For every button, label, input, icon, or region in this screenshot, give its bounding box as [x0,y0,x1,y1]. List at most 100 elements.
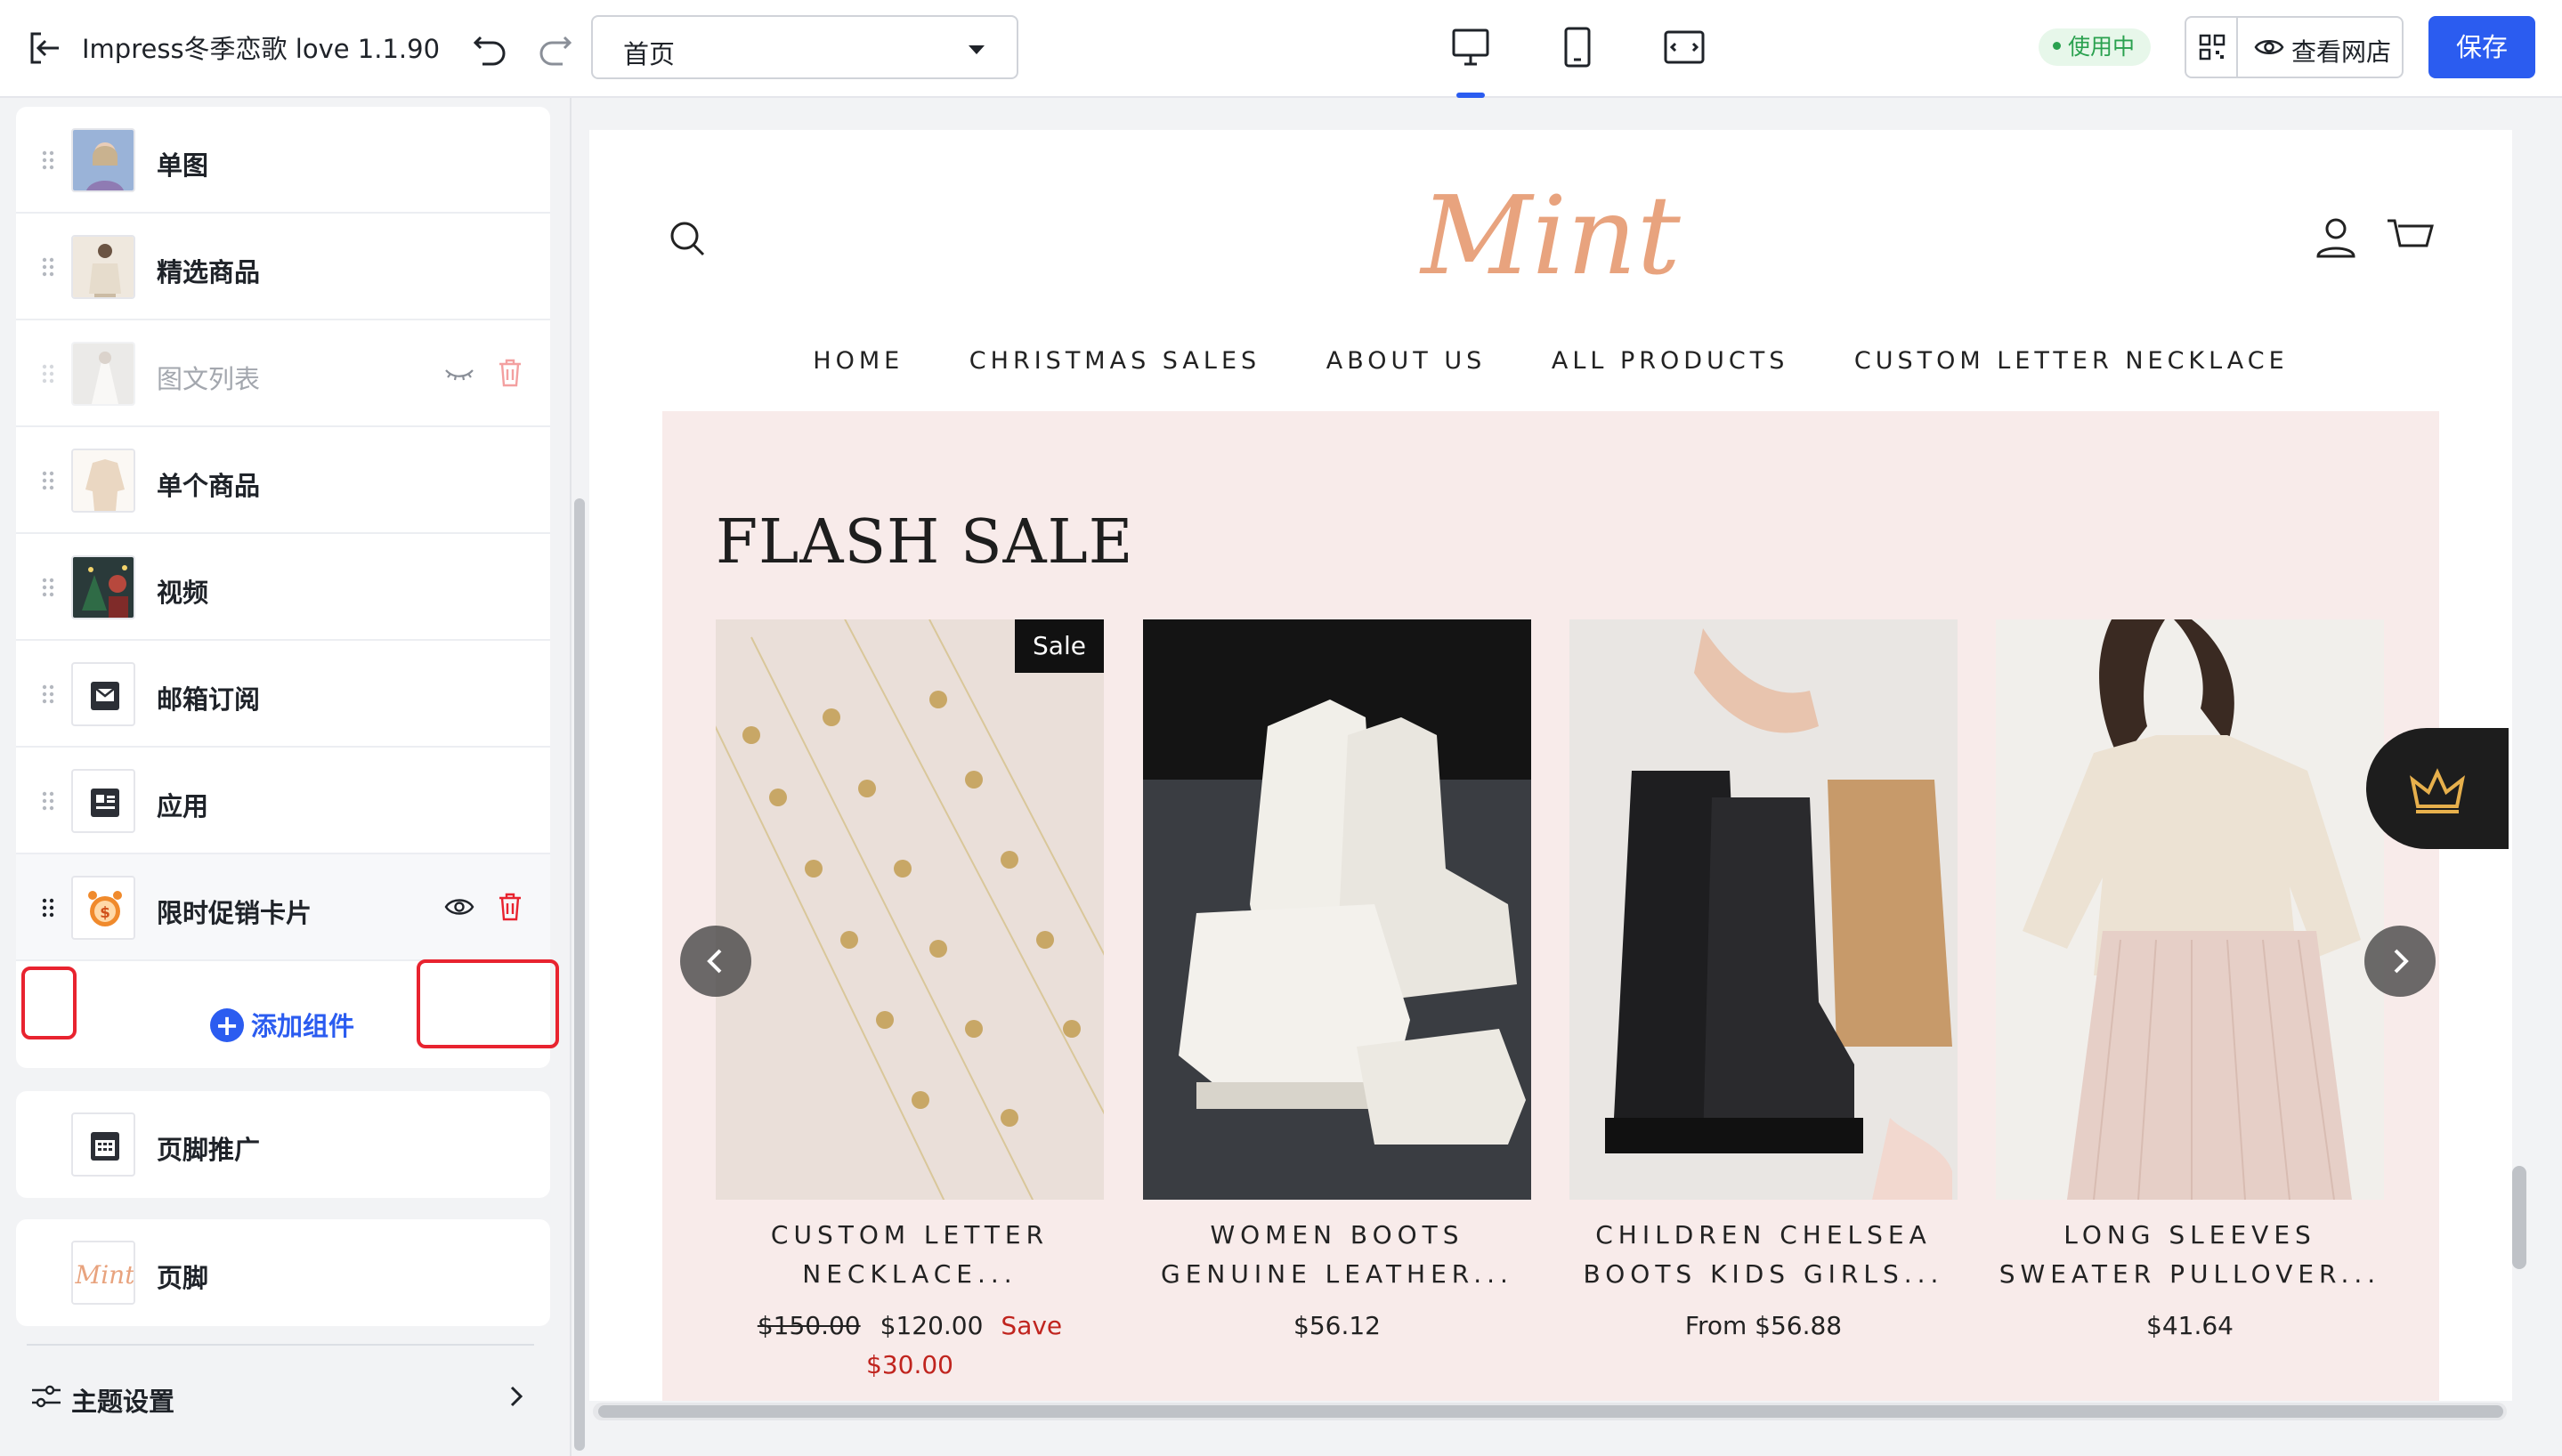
svg-text:$: $ [100,904,110,922]
qr-code-icon[interactable] [2186,18,2238,77]
flash-sale-section: FLASH SALE Sale CUSTOM LETTER NECKLACE..… [662,411,2439,1401]
status-badge: 使用中 [2039,28,2152,66]
preview-horizontal-scrollbar[interactable] [593,1403,2507,1420]
save-button[interactable]: 保存 [2428,16,2535,78]
section-item[interactable]: 邮箱订阅 [16,641,550,748]
account-icon[interactable] [2315,215,2357,258]
add-component-label: 添加组件 [251,1011,355,1041]
page-select[interactable]: 首页 [591,15,1018,79]
cart-icon[interactable] [2386,215,2434,258]
status-dot [2053,41,2061,50]
eye-icon [2254,40,2284,54]
sidebar-scrollbar[interactable] [570,98,588,1456]
desktop-view-icon[interactable] [1447,23,1495,71]
chevron-right-icon [510,1386,523,1407]
plus-icon: + [210,1008,244,1042]
search-icon[interactable] [668,219,707,258]
logo-text: Mint [1419,180,1682,295]
section-thumbnail [71,555,135,619]
section-label: 邮箱订阅 [157,684,261,715]
product-name[interactable]: CUSTOM LETTER NECKLACE... [716,1216,1104,1294]
drag-handle-icon[interactable] [41,150,55,171]
trash-icon[interactable] [497,892,523,922]
section-item[interactable]: 单图 [16,107,550,214]
theme-settings-label: 主题设置 [71,1387,175,1417]
product-price: $41.64 [2146,1311,2234,1340]
eye-icon[interactable] [443,894,475,920]
footer-card[interactable]: Mint 页脚 [16,1219,550,1326]
eye-closed-icon[interactable] [443,360,475,386]
section-item[interactable]: 视频 [16,534,550,641]
nav-all-products[interactable]: ALL PRODUCTS [1552,347,1788,375]
nav-home[interactable]: HOME [813,347,904,375]
preview-horizontal-scroll-thumb[interactable] [598,1405,2503,1418]
drag-handle-icon[interactable] [41,577,55,598]
section-thumbnail [71,235,135,299]
section-label: 页脚推广 [157,1135,261,1165]
product-name[interactable]: WOMEN BOOTS GENUINE LEATHER... [1143,1216,1531,1294]
sidebar-scroll-thumb[interactable] [574,498,585,1451]
drag-highlight-box [21,967,77,1039]
section-list: 单图 精选商品 图文列表 单个商品 视频 邮箱订阅 应用 $ 限时促销卡片 + … [16,107,559,1068]
svg-text:Mint: Mint [75,1260,135,1290]
drag-handle-icon[interactable] [41,363,55,384]
mobile-view-icon[interactable] [1553,23,1601,71]
active-device-indicator [1456,93,1485,98]
drag-handle-icon[interactable] [41,684,55,705]
section-item-selected[interactable]: $ 限时促销卡片 [16,854,550,961]
theme-settings-button[interactable]: 主题设置 [27,1344,534,1433]
app-icon [71,769,135,833]
preview-button-group: 查看网店 [2185,16,2404,78]
vip-crown-button[interactable] [2366,728,2509,849]
top-toolbar: Impress冬季恋歌 love 1.1.90 首页 使用中 查看网店 保存 [0,0,2562,98]
product-image[interactable] [1569,619,1958,1200]
trash-icon[interactable] [497,358,523,388]
sale-badge: Sale [1015,619,1104,673]
theme-title: Impress冬季恋歌 love 1.1.90 [82,34,441,64]
store-logo[interactable]: Mint [1382,180,1720,295]
nav-about-us[interactable]: ABOUT US [1326,347,1487,375]
fullscreen-icon[interactable] [1660,23,1708,71]
product-image[interactable] [1996,619,2384,1200]
section-item[interactable]: 单个商品 [16,427,550,534]
section-item[interactable]: 精选商品 [16,214,550,320]
chevron-left-icon [707,949,722,974]
product-name[interactable]: LONG SLEEVES SWEATER PULLOVER... [1996,1216,2384,1294]
sliders-icon [32,1385,61,1408]
product-image[interactable] [1143,619,1531,1200]
exit-icon[interactable] [28,30,64,66]
footer-promo-card[interactable]: 页脚推广 [16,1091,550,1198]
carousel-next-button[interactable] [2364,926,2436,997]
carousel-prev-button[interactable] [680,926,751,997]
section-label: 限时促销卡片 [157,898,312,928]
product-name[interactable]: CHILDREN CHELSEA BOOTS KIDS GIRLS... [1569,1216,1958,1294]
drag-handle-icon[interactable] [41,470,55,491]
product-price: $150.00 $120.00 Save $30.00 [757,1311,1063,1379]
section-label: 精选商品 [157,257,261,287]
crown-icon [2409,768,2466,813]
drag-handle-icon[interactable] [41,256,55,278]
redo-icon[interactable] [536,30,573,68]
section-item[interactable]: Mint 页脚 [16,1219,550,1326]
drag-handle-icon[interactable] [41,790,55,812]
mail-icon [71,662,135,726]
add-component-button[interactable]: + 添加组件 [210,1006,354,1045]
actions-highlight-box [417,959,559,1048]
view-store-button[interactable]: 查看网店 [2238,18,2402,77]
undo-icon[interactable] [472,30,509,68]
section-item[interactable]: 页脚推广 [16,1091,550,1198]
page-select-value: 首页 [623,39,676,69]
section-item[interactable]: 应用 [16,748,550,854]
alarm-clock-icon: $ [71,876,135,940]
calendar-icon [71,1112,135,1177]
main-nav: HOME CHRISTMAS SALES ABOUT US ALL PRODUC… [589,347,2512,375]
section-item[interactable]: 图文列表 [16,320,550,427]
drag-handle-icon[interactable] [41,897,55,918]
section-thumbnail [71,449,135,513]
product-image[interactable]: Sale [716,619,1104,1200]
preview-vertical-scroll-thumb[interactable] [2512,1166,2526,1269]
view-store-label: 查看网店 [2291,37,2392,67]
nav-christmas-sales[interactable]: CHRISTMAS SALES [969,347,1261,375]
nav-custom-letter-necklace[interactable]: CUSTOM LETTER NECKLACE [1854,347,2289,375]
component-sidebar: 单图 精选商品 图文列表 单个商品 视频 邮箱订阅 应用 $ 限时促销卡片 + … [0,98,570,1456]
